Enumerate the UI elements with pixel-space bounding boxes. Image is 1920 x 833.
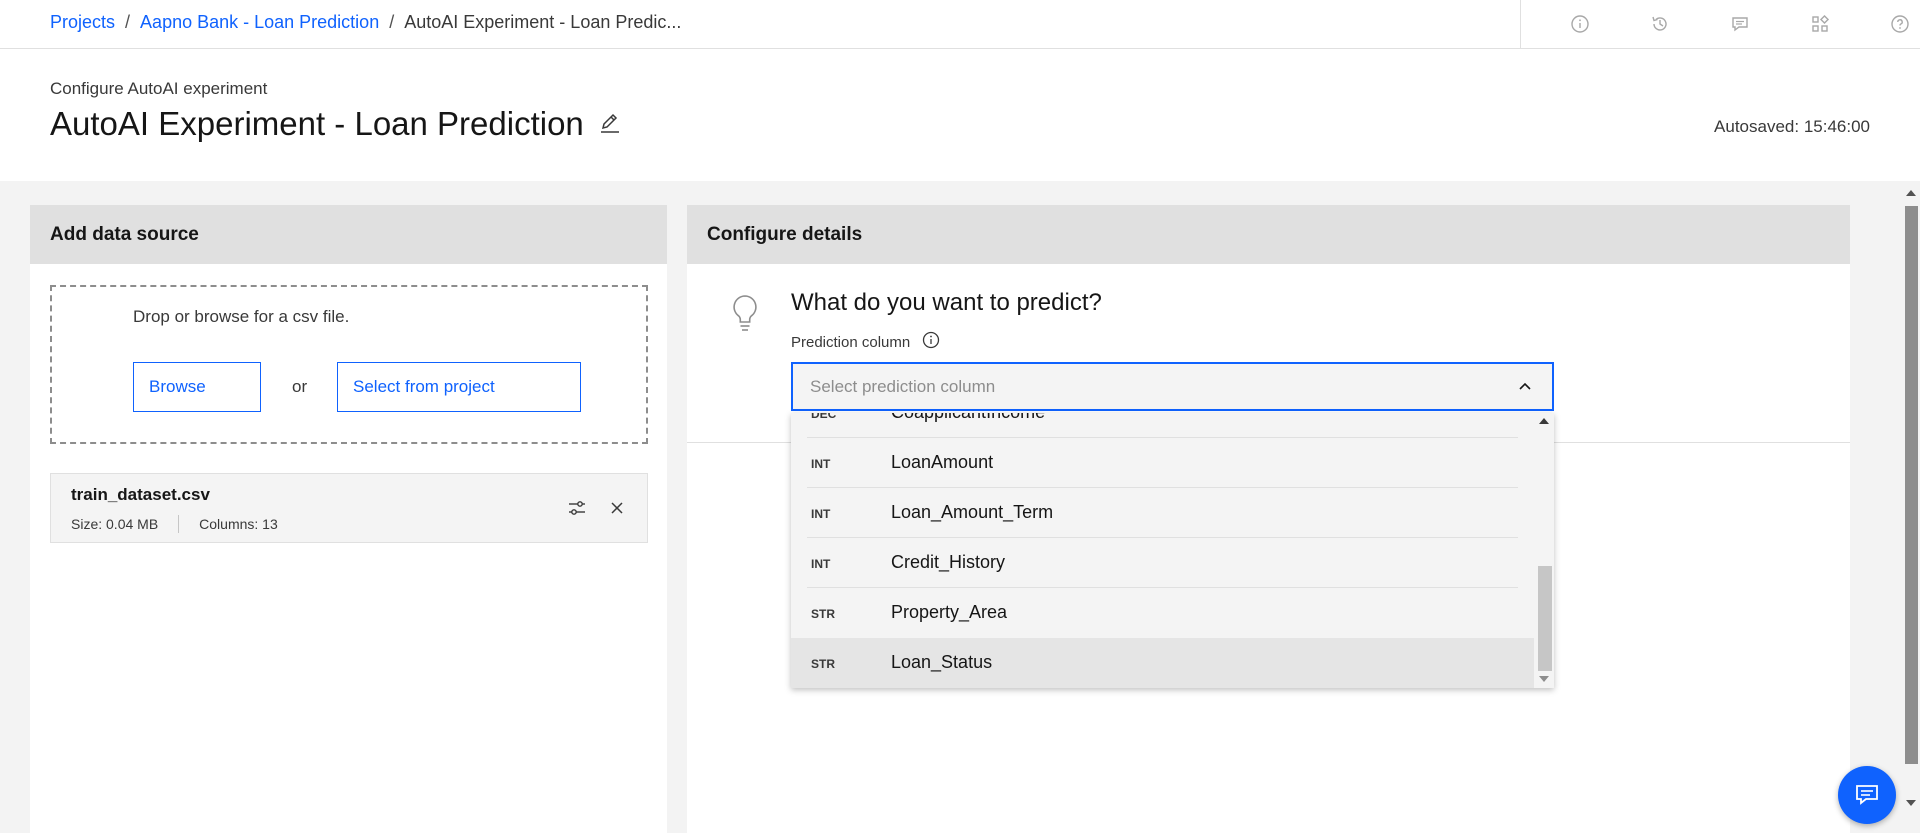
lightbulb-icon: [733, 295, 757, 331]
breadcrumb: Projects / Aapno Bank - Loan Prediction …: [50, 12, 681, 33]
column-type-badge: DEC: [811, 413, 837, 421]
scroll-down-arrow-icon[interactable]: [1906, 800, 1916, 806]
apps-icon[interactable]: [1780, 12, 1860, 36]
dropdown-option[interactable]: INT LoanAmount: [791, 438, 1534, 488]
scroll-up-arrow-icon[interactable]: [1539, 418, 1549, 424]
page-subtitle: Configure AutoAI experiment: [50, 79, 268, 98]
prediction-column-label-text: Prediction column: [791, 333, 911, 351]
settings-sliders-icon[interactable]: [567, 498, 587, 523]
meta-divider: [178, 515, 180, 533]
header-actions: [1540, 12, 1920, 36]
prediction-column-select[interactable]: Select prediction column: [791, 362, 1554, 411]
select-placeholder: Select prediction column: [810, 376, 996, 396]
page-title-text: AutoAI Experiment - Loan Prediction: [50, 105, 584, 142]
info-icon[interactable]: [922, 331, 940, 353]
help-icon[interactable]: [1860, 12, 1920, 36]
file-columns: Columns: 13: [199, 516, 278, 532]
column-name: Loan_Amount_Term: [891, 502, 1054, 522]
scrollbar-thumb[interactable]: [1905, 206, 1918, 764]
scrollbar-thumb[interactable]: [1538, 566, 1552, 671]
file-dropzone[interactable]: Drop or browse for a csv file. Browse or…: [50, 285, 648, 444]
column-type-badge: INT: [811, 507, 831, 521]
column-name: Loan_Status: [891, 652, 993, 672]
chat-button[interactable]: [1838, 766, 1896, 824]
breadcrumb-current: AutoAI Experiment - Loan Predic...: [404, 12, 682, 32]
file-meta: Size: 0.04 MB Columns: 13: [71, 515, 278, 533]
file-size: Size: 0.04 MB: [71, 516, 159, 532]
file-name: train_dataset.csv: [71, 485, 210, 504]
select-from-project-button[interactable]: Select from project: [337, 362, 581, 412]
chevron-up-icon[interactable]: [1516, 378, 1534, 396]
file-actions: [567, 498, 627, 523]
breadcrumb-separator: /: [389, 12, 395, 32]
browse-button[interactable]: Browse: [133, 362, 261, 412]
dropdown-option[interactable]: DEC CoapplicantIncome: [791, 413, 1534, 438]
edit-icon[interactable]: [598, 105, 622, 143]
dropdown-scrollbar[interactable]: [1534, 413, 1554, 688]
page-header: Configure AutoAI experiment AutoAI Exper…: [0, 49, 1920, 181]
dropzone-hint: Drop or browse for a csv file.: [133, 307, 350, 326]
header-divider: [1520, 0, 1521, 49]
dropdown-option[interactable]: INT Credit_History: [791, 538, 1534, 588]
uploaded-file-card: train_dataset.csv Size: 0.04 MB Columns:…: [50, 473, 648, 543]
column-type-badge: STR: [811, 607, 835, 621]
scroll-up-arrow-icon[interactable]: [1906, 190, 1916, 196]
or-text: or: [292, 377, 308, 396]
column-name: Property_Area: [891, 602, 1008, 622]
prediction-question: What do you want to predict?: [791, 289, 1102, 316]
data-source-panel: Add data source Drop or browse for a csv…: [30, 205, 667, 833]
column-type-badge: INT: [811, 457, 831, 471]
page-scrollbar[interactable]: [1902, 181, 1920, 833]
configure-details-heading: Configure details: [687, 205, 1850, 264]
history-icon[interactable]: [1620, 12, 1700, 36]
column-type-badge: STR: [811, 657, 835, 671]
column-type-badge: INT: [811, 557, 831, 571]
info-icon[interactable]: [1540, 12, 1620, 36]
page-title: AutoAI Experiment - Loan Prediction: [50, 105, 622, 143]
chat-icon: [1856, 785, 1878, 805]
top-header: Projects / Aapno Bank - Loan Prediction …: [0, 0, 1920, 49]
comment-icon[interactable]: [1700, 12, 1780, 36]
breadcrumb-project-link[interactable]: Aapno Bank - Loan Prediction: [140, 12, 379, 33]
prediction-column-dropdown: DEC CoapplicantIncome INT LoanAmount INT…: [791, 413, 1554, 688]
autosave-status: Autosaved: 15:46:00: [1714, 117, 1870, 136]
prediction-column-label: Prediction column: [791, 331, 940, 353]
column-name: LoanAmount: [891, 452, 994, 472]
dropdown-option-highlighted[interactable]: STR Loan_Status: [791, 638, 1534, 688]
data-source-heading: Add data source: [30, 205, 667, 264]
dropdown-option[interactable]: INT Loan_Amount_Term: [791, 488, 1534, 538]
dropdown-option[interactable]: STR Property_Area: [791, 588, 1534, 638]
close-icon[interactable]: [607, 498, 627, 523]
breadcrumb-separator: /: [125, 12, 131, 32]
breadcrumb-projects-link[interactable]: Projects: [50, 12, 115, 33]
column-name: Credit_History: [891, 552, 1006, 572]
scroll-down-arrow-icon[interactable]: [1539, 676, 1549, 682]
column-name: CoapplicantIncome: [891, 413, 1045, 423]
